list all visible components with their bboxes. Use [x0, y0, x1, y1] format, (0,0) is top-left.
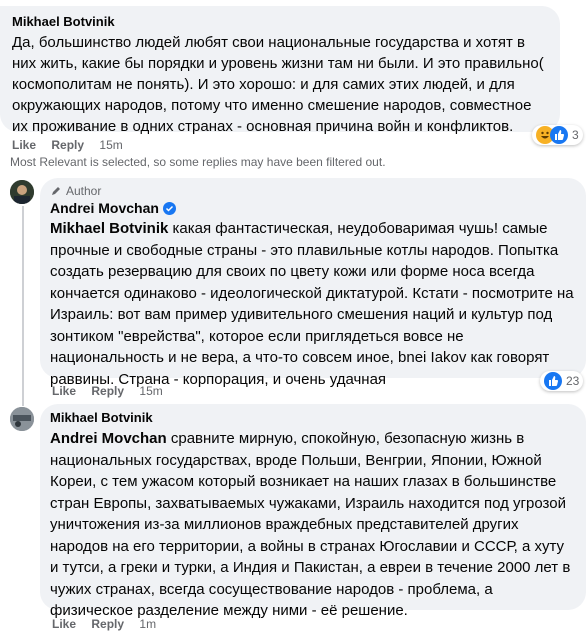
- like-icon: [550, 126, 568, 144]
- reply-text: Andrei Movchan сравните мирную, спокойну…: [50, 428, 576, 622]
- comment-bubble: Mikhael Botvinik Да, большинство людей л…: [0, 6, 560, 135]
- reply-button[interactable]: Reply: [51, 138, 84, 152]
- reply-actions: Like Reply 1m: [52, 617, 168, 631]
- author-badge-label: Author: [66, 184, 102, 198]
- like-button[interactable]: Like: [52, 384, 76, 398]
- reply-bubble: Mikhael Botvinik Andrei Movchan сравните…: [40, 404, 586, 619]
- reaction-count: 23: [566, 374, 580, 388]
- timestamp[interactable]: 15m: [139, 384, 162, 398]
- comment-text: Да, большинство людей любят свои национа…: [12, 34, 544, 135]
- reply-body: сравните мирную, спокойную, безопасную ж…: [50, 430, 571, 619]
- author-badge: Author: [50, 184, 576, 198]
- comment-author[interactable]: Mikhael Botvinik: [12, 14, 548, 30]
- mention-link[interactable]: Mikhael Botvinik: [50, 220, 168, 237]
- comment-actions: Like Reply 15m: [12, 138, 135, 152]
- avatar[interactable]: [10, 407, 34, 431]
- timestamp[interactable]: 1m: [139, 617, 156, 631]
- reaction-summary[interactable]: 23: [540, 371, 584, 391]
- thread-line: [22, 206, 24, 406]
- filter-note: Most Relevant is selected, so some repli…: [10, 155, 386, 169]
- reply-author[interactable]: Mikhael Botvinik: [50, 410, 576, 426]
- like-button[interactable]: Like: [52, 617, 76, 631]
- reply-actions: Like Reply 15m: [52, 384, 175, 398]
- verified-icon: [162, 201, 176, 215]
- reaction-summary[interactable]: 3: [532, 125, 583, 145]
- reply-author[interactable]: Andrei Movchan: [50, 200, 159, 216]
- reply-body: какая фантастическая, неудобоваримая чуш…: [50, 220, 574, 388]
- reaction-count: 3: [572, 128, 579, 142]
- reply-bubble: Author Andrei Movchan Mikhael Botvinik к…: [40, 178, 586, 388]
- like-button[interactable]: Like: [12, 138, 36, 152]
- mention-link[interactable]: Andrei Movchan: [50, 430, 167, 447]
- reply-text: Mikhael Botvinik какая фантастическая, н…: [50, 218, 576, 390]
- like-icon: [544, 372, 562, 390]
- timestamp[interactable]: 15m: [99, 138, 122, 152]
- pen-icon: [52, 187, 60, 195]
- avatar[interactable]: [10, 180, 34, 204]
- reply-button[interactable]: Reply: [91, 617, 124, 631]
- reply-button[interactable]: Reply: [91, 384, 124, 398]
